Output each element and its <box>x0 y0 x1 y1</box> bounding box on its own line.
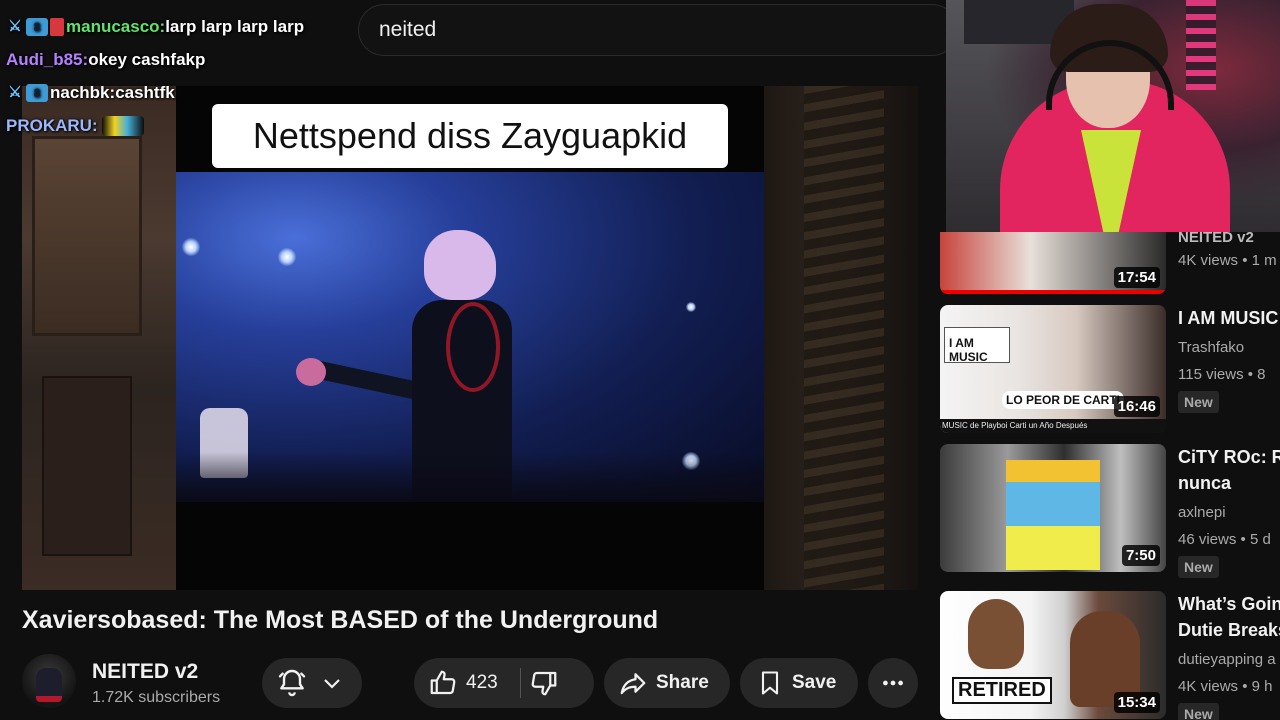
background-window <box>32 136 142 336</box>
thumbnail-subline: MUSIC de Playboi Carti un Año Después <box>940 419 1166 433</box>
share-icon <box>618 668 648 698</box>
background-curtain <box>804 86 884 590</box>
channel-name[interactable]: NEITED v2 <box>92 660 198 684</box>
stage-light <box>182 238 200 256</box>
avatar-figure <box>36 668 62 702</box>
chat-username: PROKARU: <box>6 115 98 135</box>
chat-message: ⚔ 8 manucasco: larp larp larp larp <box>6 10 346 43</box>
video-title[interactable]: What’s Goin <box>1178 591 1280 618</box>
video-title[interactable]: I AM MUSIC <box>1178 305 1278 332</box>
thumbnail-person <box>968 599 1024 669</box>
thumbs-up-icon <box>430 670 456 695</box>
background-door <box>42 376 132 556</box>
save-button[interactable]: Save <box>740 658 858 708</box>
webcam-led-lights <box>1186 0 1216 90</box>
video-channel[interactable]: axlnepi <box>1178 504 1226 521</box>
thumbnail-text: I AM MUSIC <box>944 327 1010 364</box>
video-meta: 4K views • 1 m <box>1178 252 1277 269</box>
new-badge: New <box>1178 391 1219 413</box>
chat-text: larp larp larp larp <box>165 16 305 36</box>
chat-message: PROKARU: <box>6 109 346 142</box>
watch-progress-bar <box>940 290 1166 294</box>
concert-scene <box>176 172 764 502</box>
subscriber-count: 1.72K subscribers <box>92 689 221 706</box>
save-label: Save <box>792 672 837 693</box>
video-channel-top[interactable]: NEITED v2 <box>1178 224 1254 251</box>
stage-light <box>278 248 296 266</box>
video-meta: 46 views • 5 d <box>1178 531 1271 548</box>
new-badge: New <box>1178 556 1219 578</box>
recommended-video[interactable]: I AM MUSIC LO PEOR DE CARTI MUSIC de Pla… <box>940 305 1280 435</box>
chat-username: Audi_b85: <box>6 49 89 69</box>
recommended-video[interactable]: RETIRED 15:34 What’s Goin Dutie Breaks d… <box>940 591 1280 720</box>
thumbnail-text: RETIRED <box>952 677 1052 704</box>
divider <box>519 668 521 698</box>
stage-light <box>686 302 696 312</box>
subscribed-button[interactable] <box>262 658 362 708</box>
chat-text: cashtfk <box>115 82 175 102</box>
video-meta: 115 views • 8 <box>1178 366 1266 383</box>
like-dislike-group: 423 <box>414 658 594 708</box>
dislike-button[interactable] <box>529 668 559 698</box>
recommended-video[interactable]: 7:50 CiTY ROc: R nunca axlnepi 46 views … <box>940 444 1280 578</box>
more-actions-button[interactable] <box>868 658 918 708</box>
bookmark-icon <box>756 669 784 697</box>
video-thumbnail[interactable]: I AM MUSIC LO PEOR DE CARTI MUSIC de Pla… <box>940 305 1166 433</box>
more-horizontal-icon <box>880 670 906 696</box>
video-duration: 17:54 <box>1113 267 1160 288</box>
chat-text: okey cashfakp <box>88 49 206 69</box>
video-thumbnail[interactable]: RETIRED 15:34 <box>940 591 1166 719</box>
thumbnail-text: LO PEOR DE CARTI <box>1002 391 1125 409</box>
video-duration: 16:46 <box>1113 396 1160 417</box>
sword-badge-icon: ⚔ <box>8 17 22 35</box>
chat-username: nachbk: <box>50 82 116 102</box>
like-button[interactable] <box>428 668 458 698</box>
new-badge: New <box>1178 703 1219 720</box>
youtube-watch-page: { "search": { "query": "neited" }, "chat… <box>0 0 1280 720</box>
chat-emote-icon <box>101 115 144 136</box>
video-title-line2[interactable]: nunca <box>1178 470 1231 497</box>
video-player[interactable]: Nettspend diss Zayguapkid <box>22 86 918 590</box>
search-box[interactable]: neited <box>358 4 958 56</box>
performer-chain <box>446 302 500 392</box>
sword-badge-icon: ⚔ <box>8 83 22 101</box>
bell-icon <box>276 667 308 699</box>
chat-message: ⚔ 8 nachbk: cashtfk <box>6 76 346 109</box>
channel-avatar[interactable] <box>22 654 76 708</box>
chat-message: Audi_b85: okey cashfakp <box>6 43 346 76</box>
video-thumbnail[interactable]: 7:50 <box>940 444 1166 572</box>
video-meta: 4K views • 9 h <box>1178 678 1273 695</box>
video-title: Xaviersobased: The Most BASED of the Und… <box>22 606 659 634</box>
video-title-line2[interactable]: Dutie Breaks <box>1178 617 1280 644</box>
video-title[interactable]: CiTY ROc: R <box>1178 444 1280 471</box>
performer-hand <box>296 358 326 386</box>
video-channel[interactable]: Trashfako <box>1178 339 1244 356</box>
stream-chat-overlay: ⚔ 8 manucasco: larp larp larp larp Audi_… <box>6 10 346 142</box>
blurred-background-left <box>22 86 176 590</box>
video-duration: 7:50 <box>1121 545 1160 566</box>
video-frame: Nettspend diss Zayguapkid <box>176 86 764 590</box>
crowd <box>176 452 764 502</box>
performer-hair <box>424 230 496 300</box>
recommended-video[interactable]: 17:54 NEITED v2 4K views • 1 m <box>940 229 1280 296</box>
chat-username: manucasco: <box>66 16 166 36</box>
share-label: Share <box>656 672 709 693</box>
like-count: 423 <box>466 672 498 693</box>
chevron-down-icon <box>320 671 344 695</box>
thumbs-down-icon <box>531 671 557 696</box>
sub-badge-icon: 8 <box>26 17 48 36</box>
streamer-webcam <box>946 0 1280 232</box>
video-thumbnail[interactable]: 17:54 <box>940 232 1166 294</box>
video-channel[interactable]: dutieyapping a <box>1178 651 1276 668</box>
red-badge-icon <box>50 17 64 36</box>
thumbnail-art <box>1006 460 1100 570</box>
blurred-background-right <box>764 86 918 590</box>
sub-badge-icon: 8 <box>26 83 48 102</box>
video-duration: 15:34 <box>1113 692 1160 713</box>
share-button[interactable]: Share <box>604 658 730 708</box>
search-input[interactable]: neited <box>379 18 436 42</box>
